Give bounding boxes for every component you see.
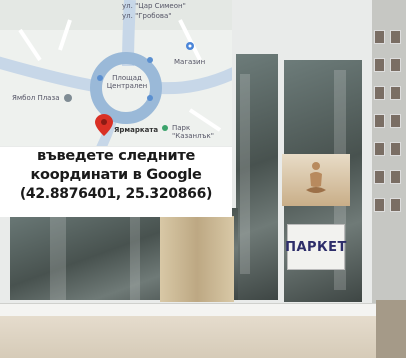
map-label-place-right: Магазин xyxy=(174,58,206,66)
base-wall xyxy=(0,316,376,358)
caption-line-1: въведете следните xyxy=(37,148,195,164)
map-label-street-1: ул. "Цар Симеон" xyxy=(122,2,186,10)
caption-box: въведете следните координати в Google (4… xyxy=(0,147,232,217)
window-sign: ПАРКЕТ xyxy=(285,224,347,270)
map-pin-label: Ярмарката xyxy=(114,126,159,134)
map-overlay: ул. "Цар Симеон" ул. "Гробова" Площад Це… xyxy=(0,0,232,146)
map-label-park: Парк "Казанлък" xyxy=(172,124,214,140)
neighbor-building xyxy=(366,0,406,300)
window-pane xyxy=(236,54,278,300)
map-label-place-left: Ямбол Плаза xyxy=(12,94,60,102)
map-label-street-2: ул. "Гробова" xyxy=(122,12,172,20)
curtain xyxy=(160,216,234,302)
yoga-poster xyxy=(282,154,350,206)
caption-coordinates: (42.8876401, 25.320866) xyxy=(19,186,213,202)
ground xyxy=(376,300,406,358)
caption-line-2: координати в Google xyxy=(30,167,202,183)
window-sign-text: ПАРКЕТ xyxy=(285,239,347,255)
blue-marker-icon xyxy=(186,42,194,50)
map-label-square: Площад Централен xyxy=(106,74,148,90)
